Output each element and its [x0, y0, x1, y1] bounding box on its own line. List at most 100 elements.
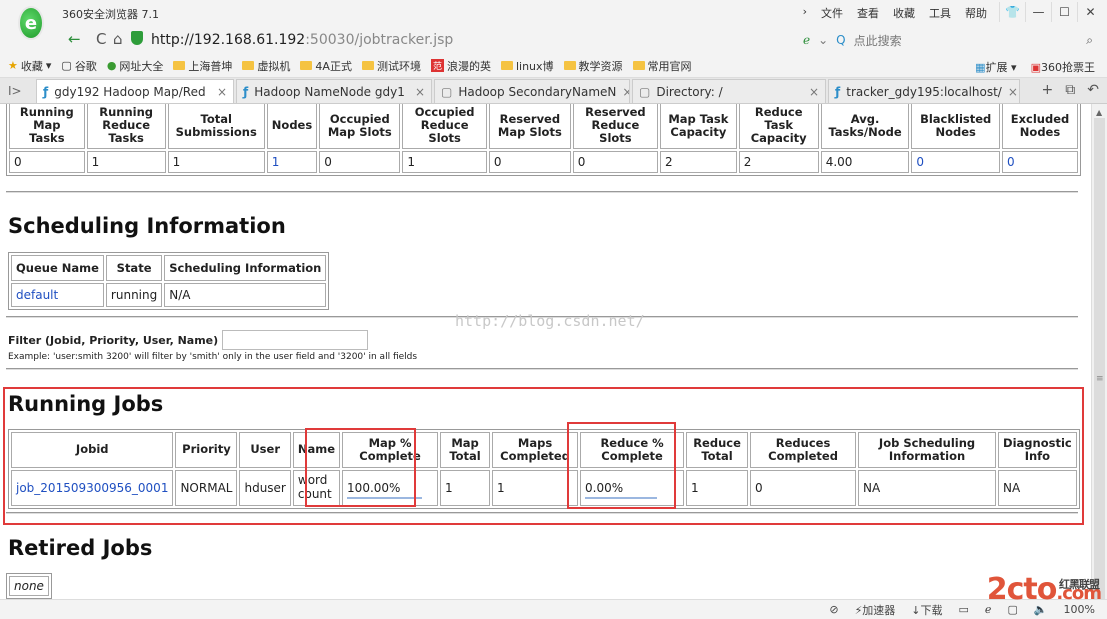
menu-tools[interactable]: 工具: [929, 5, 951, 21]
ticket-icon: ▣: [1030, 61, 1041, 74]
bookmark-folder-official[interactable]: 常用官网: [632, 58, 692, 74]
close-tab-icon[interactable]: ×: [803, 85, 819, 99]
refresh-icon[interactable]: C: [96, 30, 106, 48]
tab-namenode[interactable]: ƒ Hadoop NameNode gdy1 ×: [236, 79, 432, 103]
page-icon: ▢: [61, 59, 72, 72]
menu-help[interactable]: 帮助: [965, 5, 987, 21]
back-icon[interactable]: ←: [68, 30, 81, 48]
divider: [6, 368, 1078, 370]
menu-favorites[interactable]: 收藏: [893, 5, 915, 21]
window-controls: 👕 — ☐ ✕: [999, 2, 1103, 22]
filter-row: Filter (Jobid, Priority, User, Name): [8, 330, 369, 350]
filter-input[interactable]: [222, 330, 369, 350]
vertical-scrollbar[interactable]: ▲ ≡: [1091, 104, 1107, 619]
close-tab-icon[interactable]: ×: [616, 85, 629, 99]
close-tab-icon[interactable]: ×: [409, 85, 425, 99]
url-path: :50030/jobtracker.jsp: [305, 32, 454, 48]
cluster-summary-table: Running Map Tasks Running Reduce Tasks T…: [6, 104, 1081, 176]
star-icon: ★: [8, 59, 18, 72]
running-jobs-table: Jobid Priority User Name Map % Complete …: [8, 429, 1080, 509]
header-cell: Priority: [175, 432, 238, 468]
new-tab-icon[interactable]: +: [1042, 82, 1054, 98]
tab-tasktracker[interactable]: ƒ tracker_gdy195:localhost/×: [828, 79, 1020, 103]
menu-view[interactable]: 查看: [857, 5, 879, 21]
screenshot-icon[interactable]: ▭: [959, 603, 969, 616]
header-cell: Map Total: [440, 432, 491, 468]
tab-secondary-namenode[interactable]: ▢Hadoop SecondaryNameN×: [434, 79, 630, 103]
table-header-row: Jobid Priority User Name Map % Complete …: [11, 432, 1077, 468]
jobid-cell: job_201509300956_0001: [11, 470, 174, 506]
excluded-cell: 0: [1002, 150, 1078, 173]
download-button[interactable]: ↓下载: [911, 602, 942, 618]
blacklisted-link[interactable]: 0: [916, 155, 924, 169]
hadoop-icon: ƒ: [243, 84, 249, 99]
bookmark-site-directory[interactable]: ● 网址大全: [107, 58, 164, 74]
maximize-button[interactable]: ☐: [1051, 2, 1077, 22]
speed-icon[interactable]: ⊘: [829, 603, 838, 616]
menu-arrow-icon[interactable]: ›: [803, 5, 807, 21]
bookmark-favorites[interactable]: ★ 收藏 ▾: [8, 58, 51, 74]
bookmark-folder-4a[interactable]: 4A正式: [300, 58, 352, 74]
search-icon[interactable]: ⌕: [1086, 33, 1093, 48]
ticket-button[interactable]: ▣360抢票王: [1031, 59, 1095, 75]
bookmark-folder-test[interactable]: 测试环境: [361, 58, 421, 74]
sidebar-toggle-icon[interactable]: I>: [8, 84, 28, 98]
bookmark-folder-linux[interactable]: linux博: [500, 58, 554, 74]
header-cell: Job Scheduling Information: [858, 432, 997, 468]
excluded-link[interactable]: 0: [1007, 155, 1015, 169]
folder-icon: [563, 61, 576, 70]
close-tab-icon[interactable]: ×: [211, 85, 227, 99]
menu-file[interactable]: 文件: [821, 5, 843, 21]
retired-jobs-title: Retired Jobs: [8, 536, 153, 560]
skin-icon[interactable]: 👕: [999, 2, 1025, 22]
search-box[interactable]: ℯ ⌄ Q 点此搜索 ⌕: [803, 29, 1093, 51]
security-shield-icon: [131, 31, 143, 45]
table-cell: 1: [492, 470, 579, 506]
bookmark-folder-teaching[interactable]: 教学资源: [563, 58, 623, 74]
nodes-link[interactable]: 1: [272, 155, 280, 169]
close-tab-icon[interactable]: ×: [1002, 85, 1018, 99]
folder-icon: [632, 61, 645, 70]
table-cell: N/A: [164, 283, 327, 307]
folder-icon: [361, 61, 374, 70]
job-link[interactable]: job_201509300956_0001: [16, 481, 168, 495]
bookmark-folder-vm[interactable]: 虚拟机: [242, 58, 290, 74]
chevron-down-icon[interactable]: ⌄: [818, 33, 828, 47]
grid-icon: ▦: [975, 61, 986, 74]
tab-jobtracker[interactable]: ƒ gdy192 Hadoop Map/Red ×: [36, 79, 234, 103]
bookmarks-right: ▦扩展 ▾ ▣360抢票王: [975, 59, 1095, 75]
close-button[interactable]: ✕: [1077, 2, 1103, 22]
tab-list-icon[interactable]: ⧉: [1065, 82, 1075, 98]
scroll-up-icon[interactable]: ▲: [1096, 108, 1102, 117]
table-cell: NA: [998, 470, 1077, 506]
bookmark-google[interactable]: ▢ 谷歌: [61, 58, 96, 74]
scrollbar-thumb[interactable]: [1094, 118, 1105, 619]
url-host: http://192.168.61.192: [151, 32, 306, 48]
header-cell: Scheduling Information: [164, 255, 327, 281]
tab-directory[interactable]: ▢ Directory: / ×: [632, 79, 826, 103]
home-icon[interactable]: ⌂: [113, 30, 123, 48]
bookmark-folder-shanghai[interactable]: 上海普坤: [173, 58, 232, 74]
undo-close-icon[interactable]: ↶: [1087, 82, 1099, 98]
accelerator-button[interactable]: ⚡加速器: [855, 602, 896, 618]
search-engine-icon[interactable]: Q: [836, 33, 845, 47]
extensions-button[interactable]: ▦扩展 ▾: [975, 59, 1016, 75]
header-cell: Map Task Capacity: [660, 104, 737, 149]
page-icon: ▢: [639, 84, 651, 99]
reduce-complete-highlight: [567, 422, 676, 509]
minimize-button[interactable]: —: [1025, 2, 1051, 22]
header-cell: Reduces Completed: [750, 432, 857, 468]
divider: [6, 512, 1078, 514]
compat-mode-icon[interactable]: ℯ: [803, 33, 810, 47]
table-row: default running N/A: [11, 283, 327, 307]
queue-link[interactable]: default: [16, 288, 58, 302]
filter-label: Filter (Jobid, Priority, User, Name): [8, 333, 219, 347]
scheduling-title: Scheduling Information: [8, 214, 286, 238]
table-cell: 1: [686, 470, 749, 506]
table-cell: 0: [319, 150, 401, 173]
url-input[interactable]: http://192.168.61.192:50030/jobtracker.j…: [151, 29, 801, 51]
header-cell: Diagnostic Info: [998, 432, 1077, 468]
search-input[interactable]: 点此搜索: [854, 32, 902, 49]
table-cell: 0: [9, 150, 85, 173]
bookmark-romantic[interactable]: 范浪漫的英: [430, 58, 491, 74]
